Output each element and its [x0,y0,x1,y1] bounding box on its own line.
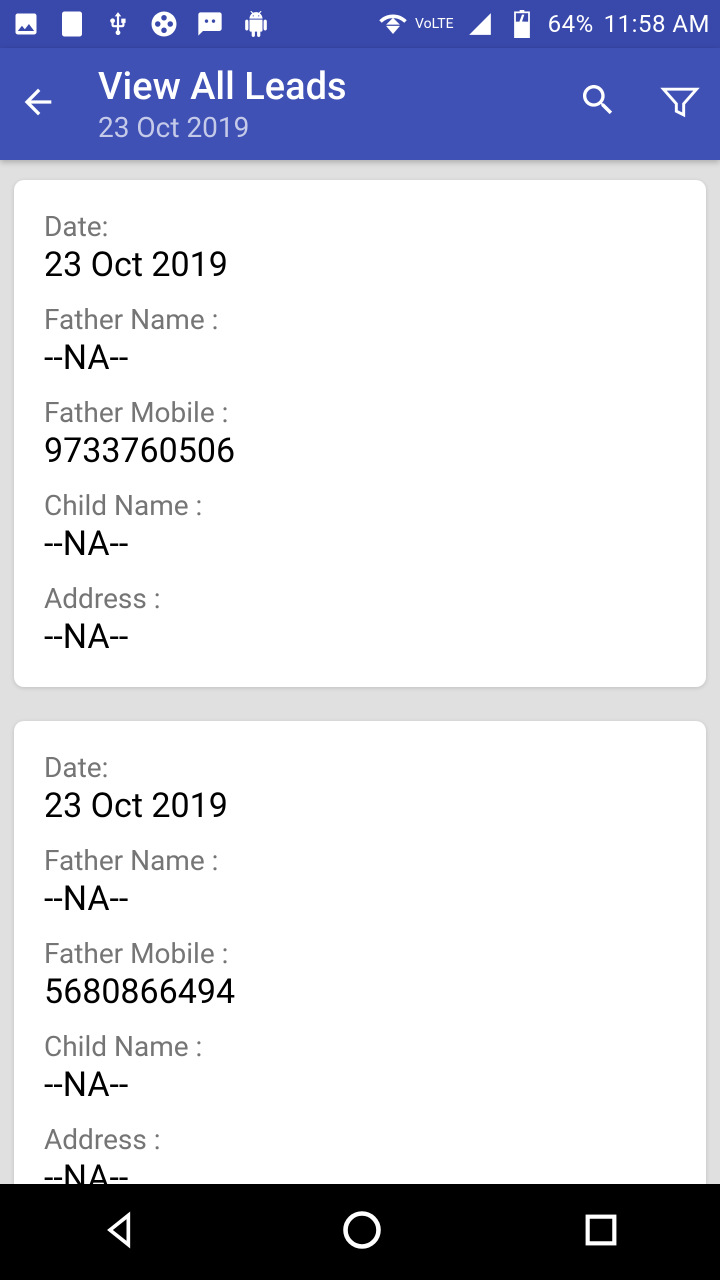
android-icon [240,8,272,40]
page-title: View All Leads [98,65,538,109]
field-label-date: Date: [44,210,676,243]
field-label-date: Date: [44,751,676,784]
field-value-date: 23 Oct 2019 [44,786,676,826]
search-button[interactable] [578,80,618,128]
field-label-child-name: Child Name : [44,1030,676,1063]
field-label-father-name: Father Name : [44,844,676,877]
back-button[interactable] [18,82,58,126]
field-value-date: 23 Oct 2019 [44,245,676,285]
field-value-child-name: --NA-- [44,1065,676,1105]
picture-icon [10,8,42,40]
field-label-father-mobile: Father Mobile : [44,396,676,429]
usb-icon [102,8,134,40]
field-label-father-name: Father Name : [44,303,676,336]
field-value-father-mobile: 9733760506 [44,431,676,471]
page-subtitle: 23 Oct 2019 [98,111,538,144]
message-icon [194,8,226,40]
battery-icon [506,8,538,40]
field-label-address: Address : [44,1123,676,1156]
lead-card[interactable]: Date: 23 Oct 2019 Father Name : --NA-- F… [14,180,706,687]
clock: 11:58 AM [604,10,710,38]
field-label-father-mobile: Father Mobile : [44,937,676,970]
leads-list[interactable]: Date: 23 Oct 2019 Father Name : --NA-- F… [0,160,720,1184]
field-value-address: --NA-- [44,617,676,657]
nav-recent-button[interactable] [581,1210,621,1254]
status-bar: VoLTE 64% 11:58 AM [0,0,720,48]
field-value-child-name: --NA-- [44,524,676,564]
field-value-father-name: --NA-- [44,879,676,919]
field-value-father-mobile: 5680866494 [44,972,676,1012]
volte-label: VoLTE [415,16,454,32]
film-icon [148,8,180,40]
field-value-father-name: --NA-- [44,338,676,378]
field-label-child-name: Child Name : [44,489,676,522]
file-icon [56,8,88,40]
filter-button[interactable] [658,80,702,128]
field-value-address: --NA-- [44,1158,676,1184]
app-bar: View All Leads 23 Oct 2019 [0,48,720,160]
field-label-address: Address : [44,582,676,615]
signal-icon [464,8,496,40]
wifi-icon [377,8,409,40]
nav-home-button[interactable] [340,1208,384,1256]
navigation-bar [0,1184,720,1280]
lead-card[interactable]: Date: 23 Oct 2019 Father Name : --NA-- F… [14,721,706,1184]
nav-back-button[interactable] [99,1208,143,1256]
battery-percent: 64% [548,10,594,38]
